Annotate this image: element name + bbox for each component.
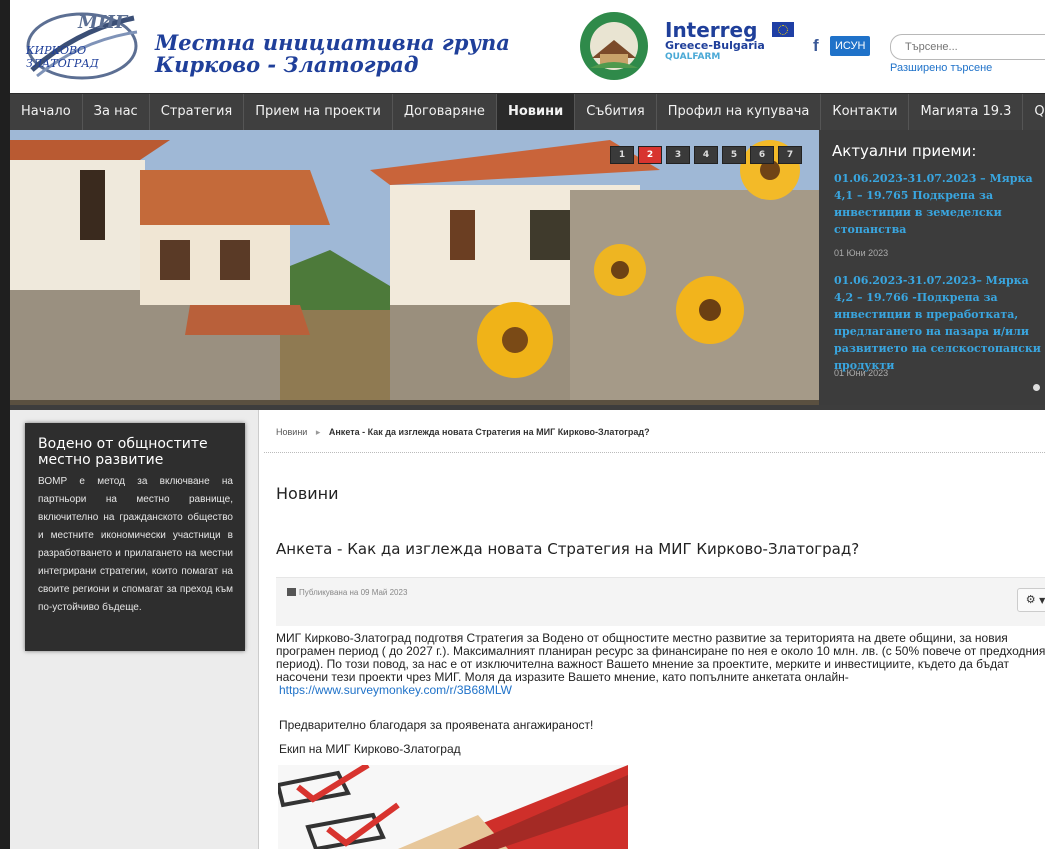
survey-checklist-image xyxy=(278,765,628,849)
current-calls-title: Актуални приеми: xyxy=(832,142,977,160)
ardino-seal-logo xyxy=(580,12,648,80)
nav-item-home[interactable]: Начало xyxy=(10,94,83,130)
slider-page-3[interactable]: 3 xyxy=(666,146,690,164)
article-text: МИГ Кирково-Златоград подготвя Стратегия… xyxy=(276,631,1045,684)
nav-item-strategy[interactable]: Стратегия xyxy=(150,94,245,130)
call-link-2[interactable]: 01.06.2023-31.07.2023– Мярка 4,2 – 19.76… xyxy=(834,272,1042,374)
search-input[interactable] xyxy=(903,40,1045,54)
nav-item-events[interactable]: Събития xyxy=(575,94,657,130)
nav-item-news[interactable]: Новини xyxy=(496,94,576,130)
slider-page-2[interactable]: 2 xyxy=(638,146,662,164)
facebook-icon[interactable]: f xyxy=(813,36,819,56)
eu-flag-icon xyxy=(772,22,794,37)
caret-down-icon: ▼ xyxy=(1039,596,1045,605)
nav-item-buyer-profile[interactable]: Профил на купувача xyxy=(657,94,822,130)
breadcrumb-separator-icon: ▸ xyxy=(315,427,321,437)
checklist-pencil-illustration xyxy=(278,765,628,849)
site-title-line1: Местна инициативна група xyxy=(155,30,510,55)
slider-page-7[interactable]: 7 xyxy=(778,146,802,164)
interreg-sub1: Greece-Bulgaria xyxy=(665,39,765,52)
site-title-line2: Кирково - Златоград xyxy=(155,52,419,77)
mig-logo[interactable]: МИГ КИРКОВО ЗЛАТОГРАД xyxy=(22,10,140,82)
main-content: Новини ▸ Анкета - Как да изглежда новата… xyxy=(259,410,1045,849)
breadcrumb-current: Анкета - Как да изглежда новата Стратеги… xyxy=(328,427,650,437)
logo-line1: КИРКОВО xyxy=(25,44,86,57)
publish-date: Публикувана на 09 Май 2023 xyxy=(299,588,408,597)
article-body: МИГ Кирково-Златоград подготвя Стратегия… xyxy=(276,632,1045,697)
clld-title: Водено от общностите местно развитие xyxy=(38,436,208,468)
publish-info: Публикувана на 09 Май 2023 xyxy=(287,588,407,597)
site-title[interactable]: Местна инициативна група Кирково - Злато… xyxy=(155,32,510,76)
nav-item-contacts[interactable]: Контакти xyxy=(821,94,910,130)
panel-scroll-dot[interactable] xyxy=(1033,384,1040,391)
hero-image xyxy=(10,130,819,405)
left-edge-bar xyxy=(0,0,10,849)
nav-item-magic[interactable]: Магията 19.3 xyxy=(909,94,1024,130)
call-date-2: 01 Юни 2023 xyxy=(834,368,889,378)
interreg-sub2: QUALFARM xyxy=(665,52,721,62)
article-tools-button[interactable]: ⚙ ▼ xyxy=(1017,588,1045,612)
slider-page-5[interactable]: 5 xyxy=(722,146,746,164)
call-link-1[interactable]: 01.06.2023-31.07.2023 – Мярка 4,1 – 19.7… xyxy=(834,170,1042,238)
gear-icon: ⚙ xyxy=(1025,593,1036,606)
logo-line2: ЗЛАТОГРАД xyxy=(26,57,100,70)
advanced-search-link[interactable]: Разширено търсене xyxy=(890,62,992,74)
clld-info-box: Водено от общностите местно развитие ВОМ… xyxy=(25,423,245,651)
nav-item-contracts[interactable]: Договаряне xyxy=(393,94,497,130)
logo-mig-text: МИГ xyxy=(77,12,129,33)
nav-item-qualfarm[interactable]: QualFarm xyxy=(1023,94,1045,130)
nav-item-about[interactable]: За нас xyxy=(83,94,150,130)
village-photo xyxy=(10,130,819,405)
main-nav: Начало За нас Стратегия Прием на проекти… xyxy=(10,93,1045,131)
breadcrumb: Новини ▸ Анкета - Как да изглежда новата… xyxy=(276,427,650,438)
breadcrumb-home[interactable]: Новини xyxy=(276,427,307,437)
calendar-icon xyxy=(287,588,296,596)
call-date-1: 01 Юни 2023 xyxy=(834,248,889,258)
nav-item-projects[interactable]: Прием на проекти xyxy=(244,94,393,130)
site-header: МИГ КИРКОВО ЗЛАТОГРАД Местна инициативна… xyxy=(10,0,1045,93)
survey-link[interactable]: https://www.surveymonkey.com/r/3B68MLW xyxy=(279,683,512,697)
isun-button[interactable]: ИСУН xyxy=(830,36,871,56)
search-box xyxy=(890,34,1045,60)
article-thanks: Предварително благодаря за проявената ан… xyxy=(279,718,594,732)
clld-text: ВОМР е метод за включване на партньори н… xyxy=(38,476,233,613)
current-calls-panel: Актуални приеми: 01.06.2023-31.07.2023 –… xyxy=(819,130,1045,405)
article-title[interactable]: Анкета - Как да изглежда новата Стратеги… xyxy=(276,540,859,558)
slider-page-1[interactable]: 1 xyxy=(610,146,634,164)
slider-pagination: 1 2 3 4 5 6 7 xyxy=(610,146,802,164)
slider-page-6[interactable]: 6 xyxy=(750,146,774,164)
divider xyxy=(264,452,1045,453)
page-title: Новини xyxy=(276,484,339,503)
slider-page-4[interactable]: 4 xyxy=(694,146,718,164)
article-team: Екип на МИГ Кирково-Златоград xyxy=(279,742,461,756)
article-meta-bar: Публикувана на 09 Май 2023 ⚙ ▼ xyxy=(276,577,1045,626)
